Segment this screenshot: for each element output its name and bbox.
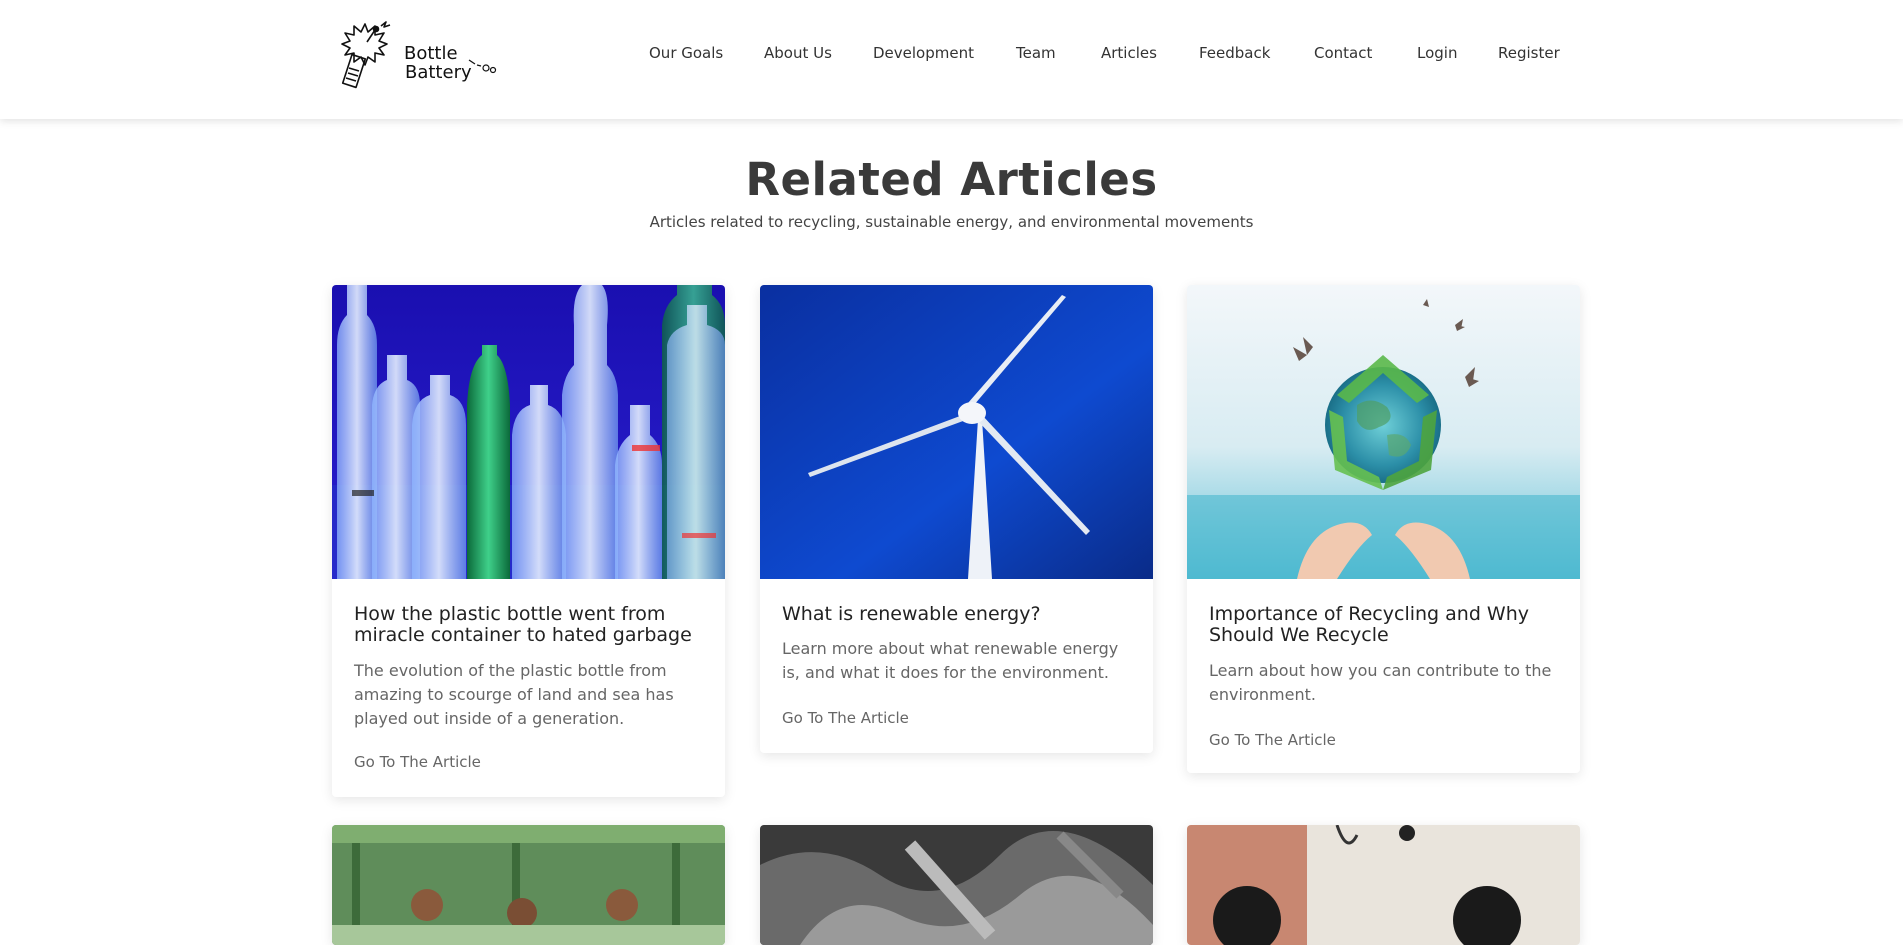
recycling-earth-image <box>1187 285 1580 579</box>
nav-contact[interactable]: Contact <box>1314 44 1372 62</box>
article-card <box>1187 825 1580 945</box>
waste-pile-image <box>760 825 1153 945</box>
nav-about-us[interactable]: About Us <box>764 44 832 62</box>
people-workshop-image <box>1187 825 1580 945</box>
article-title: What is renewable energy? <box>782 603 1041 625</box>
plastic-bottles-image <box>332 285 725 579</box>
main-nav: Our Goals About Us Development Team Arti… <box>0 44 1903 68</box>
article-card: Importance of Recycling and Why Should W… <box>1187 285 1580 773</box>
top-navbar: Bottle Battery Our Goals About Us Develo… <box>0 0 1903 119</box>
nav-our-goals[interactable]: Our Goals <box>649 44 723 62</box>
nav-feedback[interactable]: Feedback <box>1199 44 1270 62</box>
page-title: Related Articles <box>745 153 1158 206</box>
go-to-article-link[interactable]: Go To The Article <box>1209 731 1336 749</box>
article-description: Learn about how you can contribute to th… <box>1209 661 1552 704</box>
nav-team[interactable]: Team <box>1016 44 1056 62</box>
article-card <box>760 825 1153 945</box>
page-subtitle: Articles related to recycling, sustainab… <box>649 213 1254 231</box>
nav-login[interactable]: Login <box>1417 44 1457 62</box>
article-card: How the plastic bottle went from miracle… <box>332 285 725 797</box>
article-title: How the plastic bottle went from miracle… <box>354 603 692 646</box>
article-card: What is renewable energy? Learn more abo… <box>760 285 1153 753</box>
article-description: Learn more about what renewable energy i… <box>782 639 1119 682</box>
nav-register[interactable]: Register <box>1498 44 1560 62</box>
article-card <box>332 825 725 945</box>
go-to-article-link[interactable]: Go To The Article <box>782 709 909 727</box>
nav-development[interactable]: Development <box>873 44 974 62</box>
article-description: The evolution of the plastic bottle from… <box>354 661 674 728</box>
community-photo-image <box>332 825 725 945</box>
nav-articles[interactable]: Articles <box>1101 44 1157 62</box>
wind-turbine-image <box>760 285 1153 579</box>
article-title: Importance of Recycling and Why Should W… <box>1209 603 1530 646</box>
go-to-article-link[interactable]: Go To The Article <box>354 753 481 771</box>
